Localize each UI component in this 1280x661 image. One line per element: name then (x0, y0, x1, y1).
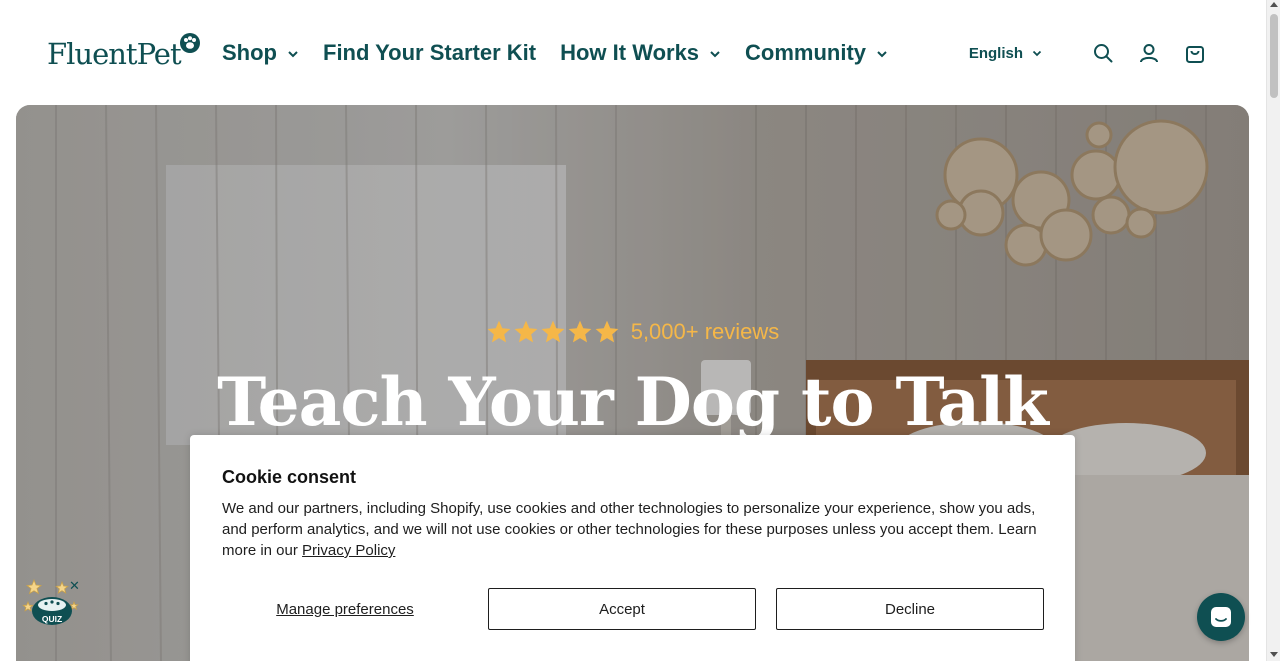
star-icon (541, 320, 565, 343)
site-header: FluentPet Shop Find Your Starter Kit How… (0, 0, 1266, 104)
fluentpet-logo[interactable]: FluentPet (47, 33, 201, 74)
scroll-down-arrow-icon[interactable] (1270, 652, 1278, 657)
logo-text: FluentPet (47, 37, 182, 71)
account-icon[interactable] (1138, 42, 1160, 64)
rating-stars (486, 319, 621, 345)
cookie-actions: Manage preferences Accept Decline (222, 588, 1044, 630)
chat-icon (1211, 607, 1231, 627)
decline-button[interactable]: Decline (776, 588, 1044, 630)
chevron-down-icon (710, 51, 720, 58)
cookie-body: We and our partners, including Shopify, … (222, 498, 1037, 561)
nav-community[interactable]: Community (745, 40, 888, 66)
chevron-down-icon (1032, 50, 1042, 57)
page-scrollbar[interactable] (1266, 0, 1280, 661)
nav-how-it-works-label: How It Works (560, 40, 700, 65)
chevron-down-icon (288, 51, 298, 58)
quiz-close-icon[interactable]: ✕ (69, 580, 80, 593)
cookie-consent-dialog: Cookie consent We and our partners, incl… (190, 435, 1075, 661)
star-icon (514, 320, 538, 343)
hero-title: Teach Your Dog to Talk (217, 363, 1049, 441)
cookie-title: Cookie consent (222, 467, 357, 487)
manage-preferences-link[interactable]: Manage preferences (222, 588, 468, 630)
nav-shop[interactable]: Shop (222, 40, 299, 66)
paw-icon (179, 33, 200, 53)
scroll-thumb[interactable] (1270, 14, 1278, 98)
nav-how-it-works[interactable]: How It Works (560, 40, 721, 66)
nav-community-label: Community (745, 40, 867, 65)
main-nav: Shop Find Your Starter Kit How It Works … (222, 38, 912, 68)
nav-shop-label: Shop (222, 40, 277, 65)
language-selector[interactable]: English (969, 45, 1042, 62)
quiz-label: QUIZ (42, 614, 62, 624)
star-icon (487, 320, 511, 343)
nav-find-starter-kit-label: Find Your Starter Kit (323, 40, 537, 65)
star-icon (568, 320, 592, 343)
nav-find-starter-kit[interactable]: Find Your Starter Kit (323, 40, 536, 66)
search-icon[interactable] (1092, 42, 1114, 64)
review-rating: 5,000+ reviews (16, 319, 1249, 345)
privacy-policy-link[interactable]: Privacy Policy (302, 542, 395, 559)
star-icon (595, 320, 619, 343)
header-utilities: English (969, 38, 1206, 68)
cart-icon[interactable] (1184, 42, 1206, 64)
reviews-count: 5,000+ reviews (630, 319, 780, 344)
language-label: English (968, 44, 1023, 62)
accept-button[interactable]: Accept (488, 588, 756, 630)
chevron-down-icon (877, 51, 887, 58)
scroll-up-arrow-icon[interactable] (1270, 2, 1278, 7)
chat-launcher-button[interactable] (1197, 593, 1245, 641)
